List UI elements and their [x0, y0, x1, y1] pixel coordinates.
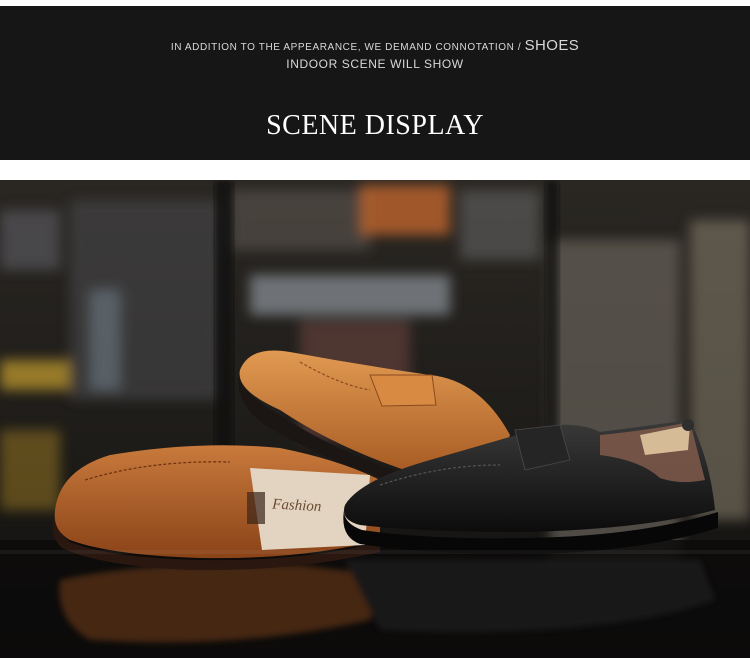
header-banner: IN ADDITION TO THE APPEARANCE, WE DEMAND… — [0, 6, 750, 160]
section-title: SCENE DISPLAY — [266, 110, 484, 141]
tagline-line-1: IN ADDITION TO THE APPEARANCE, WE DEMAND… — [0, 38, 750, 56]
tagline-emphasis: SHOES — [524, 37, 580, 54]
tagline-line-2: INDOOR SCENE WILL SHOW — [286, 57, 464, 71]
tagline-prefix: IN ADDITION TO THE APPEARANCE, WE DEMAND… — [170, 42, 525, 53]
insole-brand-text: Fashion — [271, 496, 322, 515]
scene-photo: Fashion — [0, 180, 750, 658]
shoes-scene-illustration: Fashion — [0, 180, 750, 658]
